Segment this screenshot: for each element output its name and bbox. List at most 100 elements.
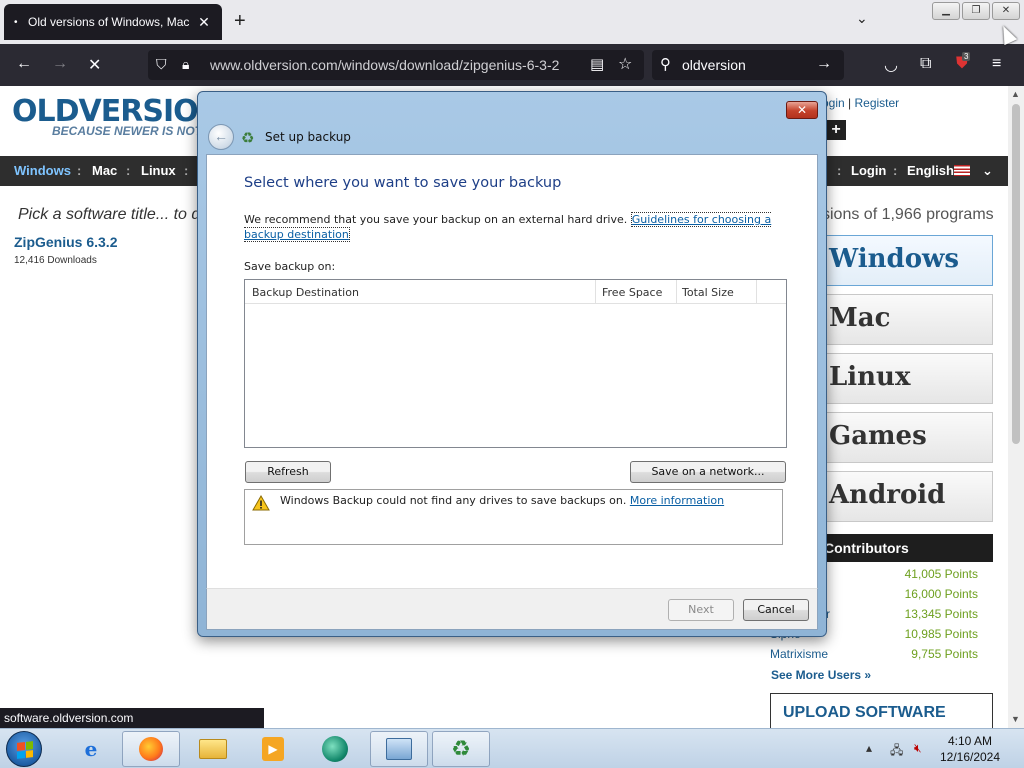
register-link[interactable]: Register — [854, 96, 899, 110]
start-button[interactable] — [6, 731, 42, 767]
column-divider[interactable] — [595, 280, 596, 303]
list-header: Backup Destination Free Space Total Size — [245, 280, 786, 304]
nav-separator: : — [77, 163, 82, 178]
scroll-down-icon[interactable]: ▼ — [1011, 714, 1020, 724]
control-panel-icon — [386, 738, 412, 760]
firefox-icon — [139, 737, 163, 761]
us-flag-icon — [954, 165, 970, 176]
contributor-points: 10,985 Points — [904, 627, 978, 641]
refresh-button[interactable]: Refresh — [245, 461, 331, 483]
lock-icon[interactable]: 🔒︎ — [182, 56, 189, 73]
search-bar[interactable]: ⚲ oldversion → — [652, 50, 844, 80]
link-status-bar: software.oldversion.com — [0, 708, 264, 728]
intro-text: We recommend that you save your backup o… — [244, 213, 628, 226]
navigation-toolbar: ← → ✕ ⛉ 🔒︎ www.oldversion.com/windows/do… — [0, 44, 1024, 86]
bookmark-star-icon[interactable]: ☆ — [618, 54, 632, 74]
extensions-icon[interactable]: ⧉ — [920, 55, 931, 73]
column-backup-destination[interactable]: Backup Destination — [252, 286, 359, 299]
tab-oldversion[interactable]: • Old versions of Windows, Mac ✕ — [4, 4, 222, 40]
platform-android[interactable]: Android — [826, 471, 993, 522]
reader-view-icon[interactable]: ▤ — [590, 55, 604, 73]
back-arrow-icon[interactable]: ← — [208, 124, 234, 150]
column-divider[interactable] — [676, 280, 677, 303]
search-go-icon[interactable]: → — [816, 55, 832, 73]
backup-taskbar-button[interactable]: ♻ — [432, 731, 490, 767]
tab-favicon-icon: • — [14, 16, 18, 28]
nav-separator: : — [126, 163, 131, 178]
platform-mac[interactable]: Mac — [826, 294, 993, 345]
platform-linux[interactable]: Linux — [826, 353, 993, 404]
nav-windows[interactable]: Windows — [14, 163, 71, 178]
chevron-down-icon[interactable]: ⌄ — [982, 163, 993, 179]
show-hidden-icons[interactable]: ▴ — [866, 741, 872, 755]
close-window-button[interactable]: ✕ — [992, 2, 1020, 20]
account-links: ogin | Register — [822, 96, 900, 110]
pocket-icon[interactable]: ◡ — [884, 55, 898, 75]
file-explorer-icon[interactable] — [184, 731, 242, 767]
search-input[interactable]: oldversion — [682, 57, 746, 73]
nav-login[interactable]: Login — [851, 163, 886, 178]
platform-windows[interactable]: Windows — [826, 235, 993, 286]
save-on-network-button[interactable]: Save on a network... — [630, 461, 786, 483]
volume-muted-icon[interactable]: 🔇︎ — [914, 741, 922, 756]
clock-date: 12/16/2024 — [939, 750, 1001, 764]
contributor-name[interactable]: Matrixisme — [770, 647, 828, 661]
app-taskbar-icon[interactable] — [306, 731, 364, 767]
firefox-taskbar-button[interactable] — [122, 731, 180, 767]
backup-app-icon: ♻ — [241, 130, 255, 147]
page-scrollbar[interactable]: ▲ ▼ — [1008, 86, 1024, 728]
warning-message: Windows Backup could not find any drives… — [280, 494, 724, 507]
add-icon[interactable]: + — [826, 120, 846, 140]
column-free-space[interactable]: Free Space — [602, 286, 662, 299]
tab-strip: • Old versions of Windows, Mac ✕ + ⌄ ▁ ❐… — [0, 0, 1024, 44]
taskbar: e ▶ ♻ ▴ 🖧︎ 🔇︎ 4:10 AM 12/16/2024 — [0, 728, 1024, 768]
extension-badge: 3 — [962, 52, 971, 61]
list-all-tabs-icon[interactable]: ⌄ — [856, 10, 868, 27]
nav-linux[interactable]: Linux — [141, 163, 176, 178]
cancel-button[interactable]: Cancel — [743, 599, 809, 621]
media-player-icon[interactable]: ▶ — [244, 731, 302, 767]
url-bar[interactable]: ⛉ 🔒︎ www.oldversion.com/windows/download… — [148, 50, 644, 80]
warning-icon — [252, 495, 270, 511]
column-divider[interactable] — [756, 280, 757, 303]
nav-language[interactable]: English — [907, 163, 954, 178]
search-icon: ⚲ — [660, 56, 671, 73]
scroll-up-icon[interactable]: ▲ — [1011, 89, 1020, 99]
dialog-close-button[interactable]: ✕ — [786, 101, 818, 119]
contributor-points: 41,005 Points — [904, 567, 978, 581]
network-icon[interactable]: 🖧︎ — [890, 741, 903, 762]
restore-button[interactable]: ❐ — [962, 2, 990, 20]
tracking-protection-icon[interactable]: ⛉ — [156, 56, 167, 73]
control-panel-taskbar-button[interactable] — [370, 731, 428, 767]
setup-backup-dialog: ✕ ← ♻ Set up backup Select where you wan… — [197, 91, 827, 637]
back-icon[interactable]: ← — [16, 55, 32, 73]
next-button[interactable]: Next — [668, 599, 734, 621]
scrollbar-thumb[interactable] — [1012, 104, 1020, 444]
more-information-link[interactable]: More information — [630, 494, 724, 507]
internet-explorer-icon[interactable]: e — [62, 731, 120, 767]
search-prompt[interactable]: Pick a software title... to d — [18, 206, 200, 224]
warning-text: Windows Backup could not find any drives… — [280, 494, 627, 507]
green-app-icon — [322, 736, 348, 762]
upload-software-button[interactable]: UPLOAD SOFTWARE — [770, 693, 993, 728]
dialog-title: Set up backup — [265, 130, 351, 144]
contributor-points: 13,345 Points — [904, 607, 978, 621]
clock-time: 4:10 AM — [947, 734, 993, 748]
system-clock[interactable]: 4:10 AM 12/16/2024 — [935, 733, 1005, 765]
nav-separator: : — [893, 163, 898, 178]
column-total-size[interactable]: Total Size — [682, 286, 734, 299]
menu-icon[interactable]: ≡ — [992, 55, 1001, 73]
contributor-row: Matrixisme 9,755 Points — [770, 647, 978, 667]
new-tab-button[interactable]: + — [234, 10, 246, 33]
forward-icon[interactable]: → — [52, 55, 68, 73]
versions-count: sions of 1,966 programs — [822, 206, 994, 223]
close-tab-icon[interactable]: ✕ — [196, 14, 212, 31]
stop-loading-icon[interactable]: ✕ — [88, 55, 101, 75]
product-title[interactable]: ZipGenius 6.3.2 — [14, 234, 117, 250]
nav-mac[interactable]: Mac — [92, 163, 117, 178]
see-more-users-link[interactable]: See More Users » — [771, 668, 871, 682]
backup-destination-list[interactable]: Backup Destination Free Space Total Size — [244, 279, 787, 448]
dialog-body: Select where you want to save your backu… — [206, 154, 818, 588]
minimize-button[interactable]: ▁ — [932, 2, 960, 20]
platform-games[interactable]: Games — [826, 412, 993, 463]
